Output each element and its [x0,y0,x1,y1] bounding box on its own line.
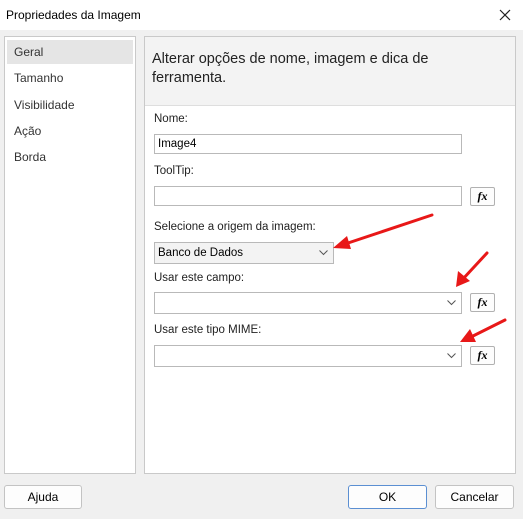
chevron-down-icon [447,353,456,359]
panel-header-text: Alterar opções de nome, imagem e dica de… [152,51,429,86]
tooltip-fx-button[interactable]: fx [470,187,495,206]
properties-panel: Alterar opções de nome, imagem e dica de… [144,36,516,474]
ok-button[interactable]: OK [348,485,427,509]
field-fx-button[interactable]: fx [470,293,495,312]
chevron-down-icon [319,250,328,256]
panel-header: Alterar opções de nome, imagem e dica de… [145,37,515,106]
cancel-button[interactable]: Cancelar [435,485,514,509]
sidebar: Geral Tamanho Visibilidade Ação Borda [4,36,136,474]
help-button[interactable]: Ajuda [4,485,82,509]
sidebar-item-geral[interactable]: Geral [7,40,133,64]
mime-fx-button[interactable]: fx [470,346,495,365]
sidebar-item-tamanho[interactable]: Tamanho [7,66,133,90]
close-icon [499,9,511,21]
image-source-label: Selecione a origem da imagem: [154,221,316,233]
name-label: Nome: [154,113,188,125]
mime-label: Usar este tipo MIME: [154,324,262,336]
title-bar: Propriedades da Imagem [0,0,523,30]
sidebar-item-acao[interactable]: Ação [7,119,133,143]
name-input[interactable]: Image4 [154,134,462,154]
sidebar-item-visibilidade[interactable]: Visibilidade [7,93,133,117]
field-label: Usar este campo: [154,272,245,284]
tooltip-label: ToolTip: [154,165,194,177]
image-source-select[interactable]: Banco de Dados [154,242,334,264]
tooltip-input[interactable] [154,186,462,206]
image-source-value: Banco de Dados [158,247,244,259]
mime-select[interactable] [154,345,462,367]
close-button[interactable] [490,2,520,28]
window-title: Propriedades da Imagem [6,8,141,22]
chevron-down-icon [447,300,456,306]
sidebar-item-borda[interactable]: Borda [7,145,133,169]
field-select[interactable] [154,292,462,314]
